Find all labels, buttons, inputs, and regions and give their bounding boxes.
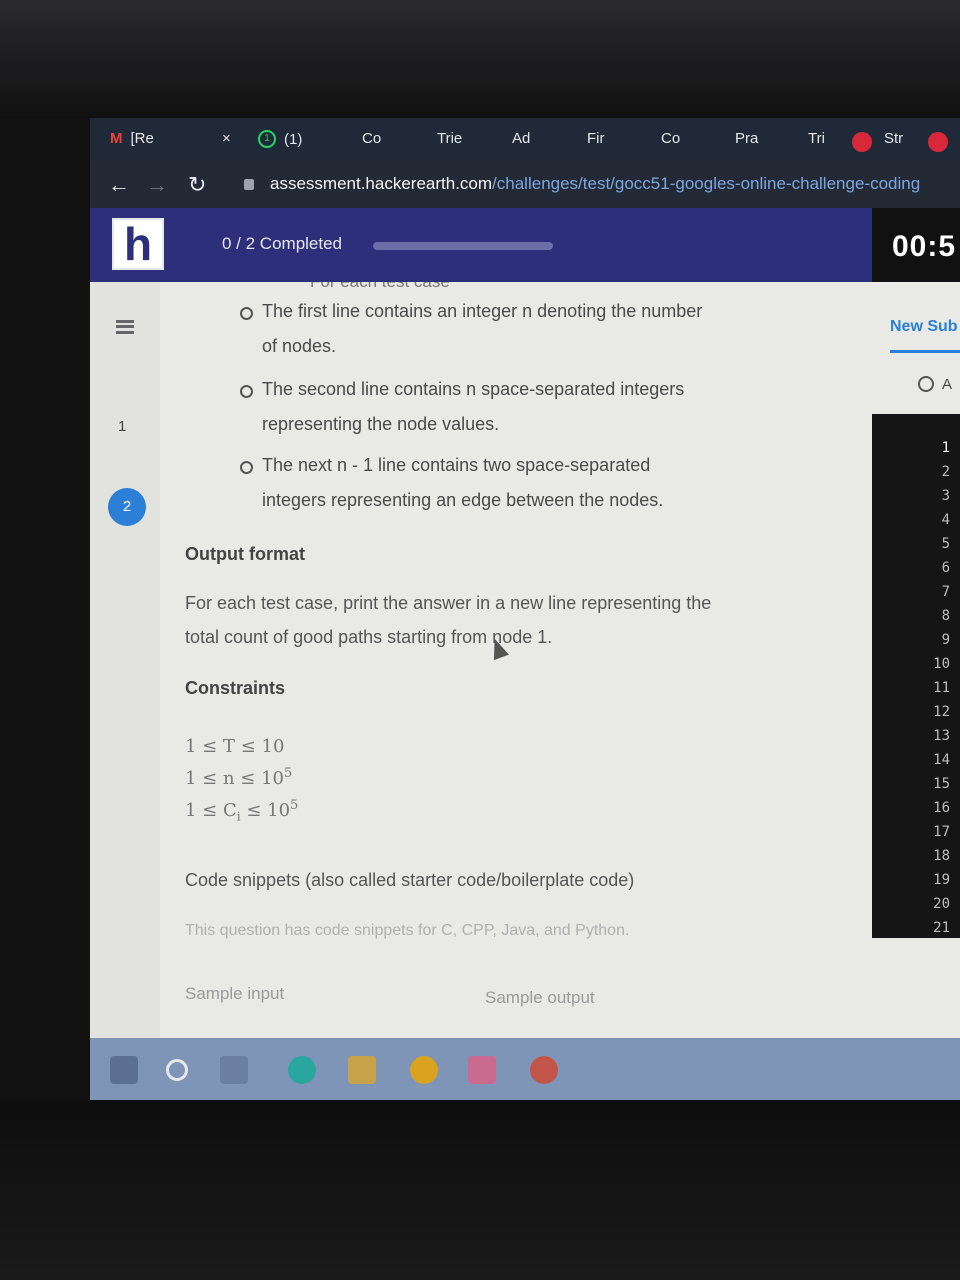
line-number: 2 <box>941 464 950 480</box>
list-item: The next n - 1 line contains two space-s… <box>239 448 663 518</box>
back-icon[interactable]: ← <box>108 172 130 198</box>
line-number: 14 <box>933 752 950 768</box>
tab[interactable]: Str <box>884 130 903 147</box>
forward-icon[interactable]: → <box>146 172 168 198</box>
list-item: The second line contains n space-separat… <box>239 372 684 442</box>
line-number: 7 <box>941 584 950 600</box>
tab-favicon-icon <box>852 132 872 152</box>
tab-label: [Re <box>130 130 154 147</box>
tab-gmail[interactable]: M [Re <box>110 130 154 147</box>
task-view-icon[interactable] <box>220 1056 248 1084</box>
line-number: 21 <box>933 920 950 936</box>
question-2-button[interactable]: 2 <box>108 488 146 526</box>
progress-bar <box>373 242 553 250</box>
menu-icon[interactable] <box>116 320 134 334</box>
tab-favicon-icon <box>928 132 948 152</box>
code-snippets-heading: Code snippets (also called starter code/… <box>185 870 635 890</box>
input-format-heading: For each test case <box>310 282 450 292</box>
tab[interactable]: Tri <box>808 130 825 147</box>
line-number: 12 <box>933 704 950 720</box>
line-number: 13 <box>933 728 950 744</box>
constraint-t: 1 ≤ T ≤ 10 <box>185 736 285 757</box>
line-number: 6 <box>941 560 950 576</box>
line-number: 5 <box>941 536 950 552</box>
sample-output-label: Sample output <box>485 988 595 1007</box>
constraint-n: 1 ≤ n ≤ 105 <box>185 766 293 789</box>
constraint-c: 1 ≤ Ci ≤ 105 <box>185 798 299 824</box>
lock-icon <box>244 179 254 190</box>
list-item: The first line contains an integer n den… <box>239 294 702 364</box>
clock-icon <box>918 376 934 392</box>
browser-tab-strip: M [Re × 1 (1) Co Trie Ad Fir Co Pra Tri … <box>90 118 960 160</box>
clock-label: A <box>942 376 953 393</box>
tab[interactable]: Co <box>362 130 381 147</box>
line-number: 20 <box>933 896 950 912</box>
address-bar: ← → ↻ assessment.hackerearth.com/challen… <box>90 160 960 208</box>
reload-icon[interactable]: ↻ <box>188 172 206 198</box>
code-editor[interactable]: 1 2 3 4 5 6 7 8 9 10 11 12 13 14 15 16 17 18 19 20 21 <box>872 414 960 938</box>
chrome-active-icon[interactable] <box>530 1056 558 1084</box>
code-snippets-text: This question has code snippets for C, C… <box>185 922 630 939</box>
tab-whatsapp[interactable]: 1 (1) <box>258 130 302 148</box>
output-format-heading: Output format <box>185 544 305 564</box>
search-icon[interactable] <box>166 1059 188 1081</box>
line-number: 8 <box>941 608 950 624</box>
active-tab-underline <box>890 350 960 353</box>
gmail-icon: M <box>110 130 123 147</box>
progress-label: 0 / 2 Completed <box>222 234 343 253</box>
line-number: 11 <box>933 680 950 696</box>
laptop-bezel-bottom <box>0 1100 960 1280</box>
start-icon[interactable] <box>110 1056 138 1084</box>
line-number: 9 <box>941 632 950 648</box>
whatsapp-icon: 1 <box>258 130 276 148</box>
app-icon[interactable] <box>468 1056 496 1084</box>
line-number: 18 <box>933 848 950 864</box>
countdown-timer: 00:5 <box>892 230 957 263</box>
test-header: h 0 / 2 Completed 00:5 <box>90 208 960 282</box>
edge-icon[interactable] <box>288 1056 316 1084</box>
new-submission-tab[interactable]: New Sub <box>890 318 958 336</box>
url-field[interactable]: assessment.hackerearth.com/challenges/te… <box>270 174 920 194</box>
line-number-gutter: 1 2 3 4 5 6 7 8 9 10 11 12 13 14 15 16 17 18 19 20 21 <box>933 436 950 940</box>
tab[interactable]: Fir <box>587 130 605 147</box>
problem-statement: For each test case The first line contai… <box>160 282 850 1042</box>
chrome-icon[interactable] <box>410 1056 438 1084</box>
line-number: 1 <box>941 440 950 456</box>
line-number: 16 <box>933 800 950 816</box>
hackerearth-logo: h <box>112 218 164 270</box>
question-sidebar: 1 2 <box>90 282 160 1042</box>
os-taskbar <box>90 1038 960 1102</box>
line-number: 19 <box>933 872 950 888</box>
line-number: 4 <box>941 512 950 528</box>
line-number: 3 <box>941 488 950 504</box>
question-1-button[interactable]: 1 <box>118 418 126 435</box>
constraints-heading: Constraints <box>185 678 286 698</box>
tab-label: (1) <box>284 130 303 148</box>
tab[interactable]: Ad <box>512 130 530 147</box>
close-tab-icon[interactable]: × <box>222 130 231 147</box>
file-explorer-icon[interactable] <box>348 1056 376 1084</box>
laptop-bezel-top <box>0 0 960 118</box>
tab[interactable]: Pra <box>735 130 758 147</box>
line-number: 10 <box>933 656 950 672</box>
sample-input-label: Sample input <box>185 984 285 1003</box>
tab[interactable]: Co <box>661 130 680 147</box>
screen: M [Re × 1 (1) Co Trie Ad Fir Co Pra Tri … <box>90 118 960 1102</box>
tab[interactable]: Trie <box>437 130 462 147</box>
line-number: 17 <box>933 824 950 840</box>
line-number: 15 <box>933 776 950 792</box>
